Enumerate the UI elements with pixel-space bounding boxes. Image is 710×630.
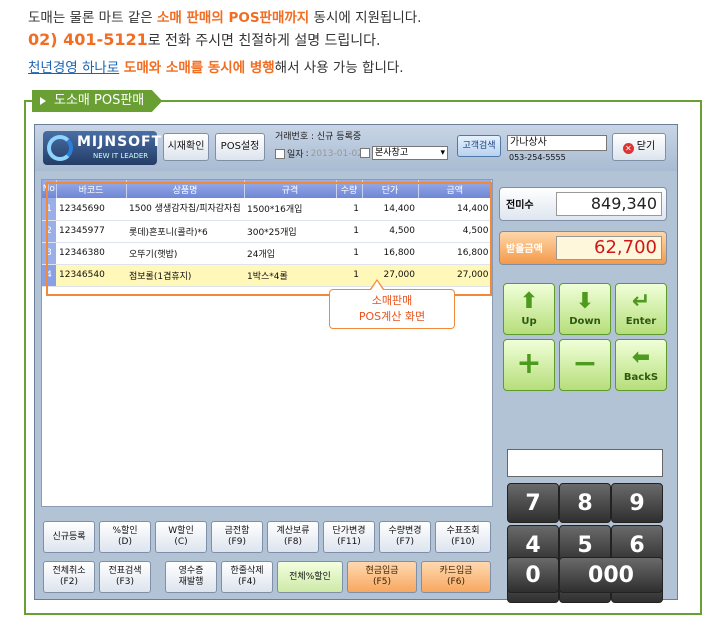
store-checkbox[interactable] bbox=[360, 148, 370, 158]
close-button[interactable]: ✕ 닫기 bbox=[612, 133, 666, 161]
key-7[interactable]: 7 bbox=[507, 483, 559, 523]
slip-search-button[interactable]: 전표검색 (F3) bbox=[99, 561, 151, 593]
col-no: No bbox=[42, 180, 57, 198]
arrow-left-icon: ⬅ bbox=[631, 345, 651, 370]
arrow-up-icon: ⬆ bbox=[519, 289, 539, 314]
intro-line-3: 천년경영 하나로 도매와 소매를 동시에 병행해서 사용 가능 합니다. bbox=[28, 60, 404, 76]
sales-grid: No 바코드 상품명 규격 수량 단가 금액 1 12345690 1500 생생감… bbox=[41, 179, 493, 507]
delete-line-button[interactable]: 한줄삭제 (F4) bbox=[221, 561, 273, 593]
new-entry-button[interactable]: 신규등록 bbox=[43, 521, 95, 553]
logo-ring-icon bbox=[47, 135, 73, 161]
reprint-receipt-button[interactable]: 영수증 재발행 bbox=[165, 561, 217, 593]
hold-button[interactable]: 계산보류 (F8) bbox=[267, 521, 319, 553]
minus-icon: − bbox=[572, 346, 598, 381]
callout: 소매판매 POS계산 화면 bbox=[329, 279, 455, 329]
sales-table: No 바코드 상품명 규격 수량 단가 금액 1 12345690 1500 생생감… bbox=[42, 180, 492, 287]
key-9[interactable]: 9 bbox=[611, 483, 663, 523]
check-lookup-button[interactable]: 수표조회 (F10) bbox=[435, 521, 491, 553]
transaction-number: 거래번호 : 신규 등록중 bbox=[275, 132, 362, 142]
pos-settings-button[interactable]: POS설정 bbox=[215, 133, 265, 161]
store-select-group[interactable]: 본사창고 bbox=[360, 146, 448, 160]
customer-phone: 053-254-5555 bbox=[509, 153, 566, 162]
price-change-button[interactable]: 단가변경 (F11) bbox=[323, 521, 375, 553]
down-button[interactable]: ⬇ Down bbox=[559, 283, 611, 335]
arrow-down-icon: ⬇ bbox=[575, 289, 595, 314]
app-logo: MIJNSOFT NEW IT LEADER bbox=[43, 131, 161, 165]
backspace-button[interactable]: ⬅ BackS bbox=[615, 339, 667, 391]
card-payment-button[interactable]: 카드입금 (F6) bbox=[421, 561, 491, 593]
customer-search-button[interactable]: 고객검색 bbox=[457, 135, 501, 157]
table-row[interactable]: 2 12345977 롯데)흔포니(콜라)*6 300*25개입 1 4,500 4,500 bbox=[42, 220, 492, 243]
enter-button[interactable]: ↵ Enter bbox=[615, 283, 667, 335]
side-panel: 전미수 849,340 받을금액 62,700 ⬆ Up ⬇ Down ↵ Enter +… bbox=[499, 179, 671, 603]
table-row[interactable]: 3 12346380 오뚜기(햇밥) 24개입 1 16,800 16,800 bbox=[42, 242, 492, 265]
pay-value: 62,700 bbox=[556, 236, 662, 260]
total-percent-discount-button[interactable]: 전체%할인 bbox=[277, 561, 343, 593]
table-row-selected[interactable]: 4 12346540 점보롤(1겹휴지) 1박스*4롤 1 27,000 27,000 bbox=[42, 264, 492, 287]
intro-link[interactable]: 천년경영 하나로 bbox=[28, 60, 119, 76]
plus-button[interactable]: + bbox=[503, 339, 555, 391]
col-amount: 금액 bbox=[418, 180, 492, 198]
store-select[interactable]: 본사창고 bbox=[372, 146, 448, 160]
cash-payment-button[interactable]: 현금입금 (F5) bbox=[347, 561, 417, 593]
col-product: 상품명 bbox=[126, 180, 245, 198]
intro-line-1: 도매는 물론 마트 같은 소매 판매의 POS판매까지 동시에 지원됩니다. bbox=[28, 10, 422, 26]
qty-change-button[interactable]: 수량변경 (F7) bbox=[379, 521, 431, 553]
col-price: 단가 bbox=[362, 180, 419, 198]
key-8[interactable]: 8 bbox=[559, 483, 611, 523]
minus-button[interactable]: − bbox=[559, 339, 611, 391]
plus-icon: + bbox=[516, 346, 542, 381]
cancel-all-button[interactable]: 전체취소 (F2) bbox=[43, 561, 95, 593]
date-checkbox[interactable] bbox=[275, 148, 285, 159]
amount-entry[interactable] bbox=[507, 449, 663, 477]
enter-icon: ↵ bbox=[631, 289, 651, 314]
customer-name-field[interactable]: 가나상사 bbox=[507, 135, 607, 151]
col-spec: 규격 bbox=[244, 180, 337, 198]
close-icon: ✕ bbox=[622, 143, 634, 154]
table-row[interactable]: 1 12345690 1500 생생감자칩/피자감자칩 1500*16개입 1 14,40… bbox=[42, 198, 492, 221]
key-000[interactable]: 000 bbox=[559, 557, 663, 593]
unpaid-value: 849,340 bbox=[556, 192, 662, 216]
pos-window: MIJNSOFT NEW IT LEADER 시재확인 POS설정 거래번호 : … bbox=[34, 124, 678, 603]
won-discount-button[interactable]: W할인 (C) bbox=[155, 521, 207, 553]
pos-toolbar: MIJNSOFT NEW IT LEADER 시재확인 POS설정 거래번호 : … bbox=[35, 125, 677, 171]
cash-drawer-button[interactable]: 금전함 (F9) bbox=[211, 521, 263, 553]
cash-check-button[interactable]: 시재확인 bbox=[163, 133, 209, 161]
section-tag: 도소매 POS판매 bbox=[32, 90, 163, 112]
customer-info: 가나상사 053-254-5555 bbox=[507, 135, 607, 165]
key-0[interactable]: 0 bbox=[507, 557, 559, 593]
col-qty: 수량 bbox=[336, 180, 363, 198]
unpaid-box: 전미수 849,340 bbox=[499, 187, 667, 221]
intro-line-2: 02) 401-5121로 전화 주시면 친절하게 설명 드립니다. bbox=[28, 30, 381, 49]
percent-discount-button[interactable]: %할인 (D) bbox=[99, 521, 151, 553]
up-button[interactable]: ⬆ Up bbox=[503, 283, 555, 335]
col-barcode: 바코드 bbox=[56, 180, 127, 198]
pay-box: 받을금액 62,700 bbox=[499, 231, 667, 265]
table-header: No 바코드 상품명 규격 수량 단가 금액 bbox=[42, 180, 492, 198]
date-filter[interactable]: 일자:2013-01-02 bbox=[275, 147, 363, 160]
